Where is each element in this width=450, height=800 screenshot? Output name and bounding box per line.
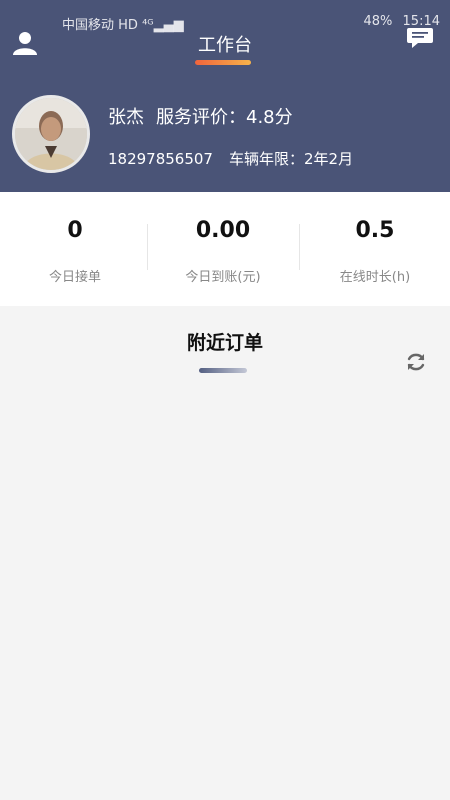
phone-number: 18297856507 (108, 150, 213, 168)
stat-label: 在线时长(h) (339, 270, 411, 285)
profile-name-line: 张杰 服务评价：4.8分 (108, 103, 293, 129)
title-underline (195, 60, 251, 65)
refresh-icon[interactable] (405, 351, 427, 373)
battery-text: 48% (363, 14, 393, 29)
stat-value: 0.5 (355, 218, 395, 243)
stat-today-orders[interactable]: 0 今日接单 (0, 192, 150, 306)
vehicle-years-value: 2年2月 (304, 150, 354, 168)
profile-info-line: 18297856507 车辆年限：2年2月 (108, 148, 353, 169)
stat-label: 今日接单 (48, 270, 101, 285)
avatar[interactable] (12, 95, 90, 173)
nearby-orders-underline (199, 368, 247, 373)
stat-value: 0 (67, 218, 83, 243)
driver-name: 张杰 (108, 107, 144, 128)
stats-panel: 0 今日接单 0.00 今日到账(元) 0.5 在线时长(h) (0, 192, 450, 306)
nearby-orders-title: 附近订单 (186, 332, 263, 354)
rating-label: 服务评价： (156, 107, 246, 128)
stat-online-hours[interactable]: 0.5 在线时长(h) (300, 192, 450, 306)
vehicle-years-label: 车辆年限： (228, 150, 304, 168)
stat-label: 今日到账(元) (185, 270, 261, 285)
stat-today-earnings[interactable]: 0.00 今日到账(元) (148, 192, 298, 306)
chat-icon[interactable] (406, 24, 436, 54)
page-title: 工作台 (198, 35, 252, 56)
header: 中国移动 HD ⁴ᴳ▂▄▆ 48% 15:14 工作台 张杰 服务评价：4.8分… (0, 0, 450, 192)
rating-value: 4.8分 (246, 107, 293, 128)
stat-value: 0.00 (195, 218, 251, 243)
